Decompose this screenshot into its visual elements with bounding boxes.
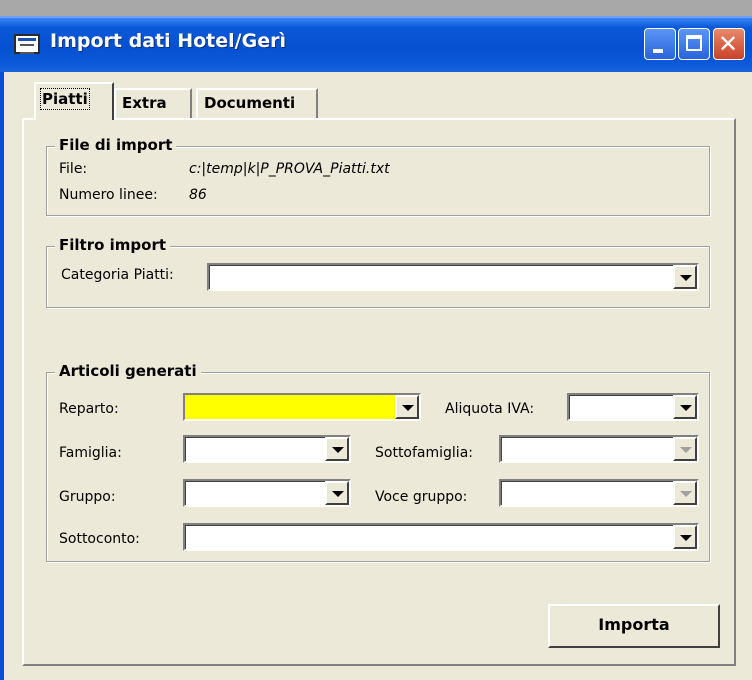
- generated-articles-group: Articoli generati Reparto: Aliquota IVA:…: [46, 362, 710, 562]
- import-button[interactable]: Importa: [548, 604, 720, 648]
- line-count-label: Numero linee:: [59, 187, 158, 203]
- gruppo-field[interactable]: [185, 481, 325, 505]
- famiglia-field[interactable]: [185, 437, 325, 461]
- voce-gruppo-label: Voce gruppo:: [375, 489, 468, 505]
- tab-documenti[interactable]: Documenti: [196, 88, 318, 118]
- minimize-icon: [653, 49, 663, 53]
- generated-articles-group-title: Articoli generati: [55, 362, 201, 380]
- category-label: Categoria Piatti:: [61, 267, 174, 283]
- tab-extra[interactable]: Extra: [114, 88, 192, 118]
- chevron-down-icon[interactable]: [325, 437, 349, 461]
- chevron-down-icon[interactable]: [673, 265, 697, 289]
- category-field[interactable]: [209, 265, 673, 289]
- aliquota-iva-field[interactable]: [569, 395, 673, 419]
- title-bar[interactable]: Import dati Hotel/Gerì ✕: [0, 16, 752, 72]
- reparto-combobox[interactable]: [183, 393, 421, 421]
- aliquota-iva-combobox[interactable]: [567, 393, 699, 421]
- sottofamiglia-label: Sottofamiglia:: [375, 445, 473, 461]
- reparto-label: Reparto:: [59, 401, 119, 417]
- chevron-down-icon[interactable]: [673, 437, 697, 461]
- tab-piatti-label: Piatti: [40, 88, 90, 110]
- sottoconto-combobox[interactable]: [183, 523, 699, 551]
- gruppo-combobox[interactable]: [183, 479, 351, 507]
- sottoconto-label: Sottoconto:: [59, 531, 140, 547]
- window-left-border: [0, 72, 4, 680]
- maximize-button[interactable]: [678, 28, 710, 60]
- window-title: Import dati Hotel/Gerì: [50, 30, 286, 52]
- background-strip: [0, 0, 752, 16]
- chevron-down-icon[interactable]: [673, 395, 697, 419]
- file-path-value: c:|temp|k|P_PROVA_Piatti.txt: [189, 161, 390, 177]
- aliquota-iva-label: Aliquota IVA:: [445, 401, 535, 417]
- chevron-down-icon[interactable]: [325, 481, 349, 505]
- famiglia-label: Famiglia:: [59, 445, 122, 461]
- tab-piatti[interactable]: Piatti: [34, 82, 114, 120]
- filter-import-group: Filtro import Categoria Piatti:: [46, 236, 710, 308]
- line-count-value: 86: [189, 187, 207, 203]
- sottofamiglia-combobox[interactable]: [499, 435, 699, 463]
- close-button[interactable]: ✕: [713, 28, 745, 60]
- voce-gruppo-field[interactable]: [501, 481, 673, 505]
- filter-import-group-title: Filtro import: [55, 236, 171, 254]
- reparto-field[interactable]: [185, 395, 395, 419]
- famiglia-combobox[interactable]: [183, 435, 351, 463]
- minimize-button[interactable]: [644, 28, 676, 60]
- sottoconto-field[interactable]: [185, 525, 673, 549]
- file-import-group-title: File di import: [55, 136, 177, 154]
- chevron-down-icon[interactable]: [673, 481, 697, 505]
- tab-documenti-label: Documenti: [204, 94, 296, 112]
- chevron-down-icon[interactable]: [395, 395, 419, 419]
- tab-extra-label: Extra: [122, 94, 167, 112]
- chevron-down-icon[interactable]: [673, 525, 697, 549]
- close-icon: ✕: [718, 30, 739, 58]
- window-app-icon[interactable]: [14, 34, 40, 54]
- import-window: Import dati Hotel/Gerì ✕ Piatti Extra Do…: [0, 0, 752, 680]
- maximize-icon: [686, 35, 702, 51]
- sottofamiglia-field[interactable]: [501, 437, 673, 461]
- gruppo-label: Gruppo:: [59, 489, 116, 505]
- voce-gruppo-combobox[interactable]: [499, 479, 699, 507]
- file-import-group: File di import File: c:|temp|k|P_PROVA_P…: [46, 136, 710, 216]
- file-label: File:: [59, 161, 88, 177]
- category-combobox[interactable]: [207, 263, 699, 291]
